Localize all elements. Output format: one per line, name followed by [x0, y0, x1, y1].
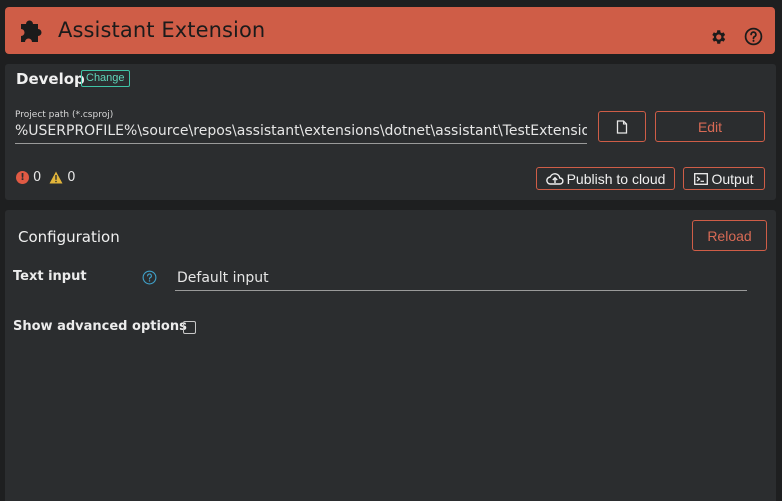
output-button[interactable]: Output	[683, 167, 765, 190]
reload-button[interactable]: Reload	[692, 220, 767, 251]
edit-button[interactable]: Edit	[655, 111, 765, 142]
gear-icon[interactable]	[709, 28, 727, 46]
advanced-options-checkbox[interactable]	[183, 321, 196, 334]
browse-file-button[interactable]	[598, 111, 646, 142]
cloud-upload-icon	[545, 172, 564, 185]
develop-title: Develop	[16, 70, 85, 88]
file-icon	[616, 119, 628, 134]
project-path-field[interactable]: %USERPROFILE%\source\repos\assistant\ext…	[15, 120, 587, 144]
project-path-label: Project path (*.csproj)	[15, 110, 114, 120]
puzzle-piece-icon	[21, 20, 42, 42]
publish-label: Publish to cloud	[566, 170, 666, 187]
app-title: Assistant Extension	[58, 18, 266, 42]
configuration-panel: Configuration Reload Text input Show adv…	[5, 210, 776, 501]
publish-to-cloud-button[interactable]: Publish to cloud	[536, 167, 675, 190]
status-summary: ! 0 0	[16, 170, 76, 185]
change-button[interactable]: Change	[81, 70, 130, 87]
app-header: Assistant Extension	[5, 7, 775, 54]
warning-icon	[49, 171, 63, 184]
text-input-field[interactable]	[175, 265, 747, 291]
error-icon: !	[16, 171, 29, 184]
output-label: Output	[711, 170, 754, 187]
error-count: 0	[33, 170, 42, 185]
terminal-icon	[694, 172, 709, 185]
develop-panel: Develop Change Project path (*.csproj) %…	[5, 64, 776, 200]
help-circle-icon[interactable]	[744, 27, 763, 46]
configuration-title: Configuration	[18, 228, 120, 246]
warning-count: 0	[67, 170, 76, 185]
help-circle-icon[interactable]	[142, 270, 157, 285]
text-input-label: Text input	[13, 269, 87, 284]
advanced-options-label: Show advanced options	[13, 319, 187, 334]
